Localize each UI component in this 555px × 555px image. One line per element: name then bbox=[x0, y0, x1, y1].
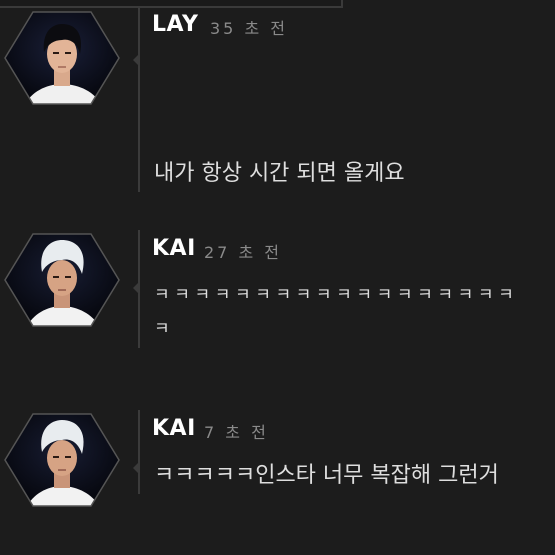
avatar[interactable] bbox=[4, 10, 120, 106]
message-text-line-2: ㅋ bbox=[154, 319, 175, 339]
chat-message: KAI 7 초 전 ㅋㅋㅋㅋㅋ인스타 너무 복잡해 그런거 bbox=[0, 410, 555, 555]
message-text: 내가 항상 시간 되면 올게요 bbox=[154, 161, 405, 186]
message-pointer bbox=[133, 462, 139, 474]
sender-name[interactable]: KAI bbox=[152, 236, 196, 261]
chat-screen: LAY 35 초 전 내가 항상 시간 되면 올게요 KAI 27 초 전 ㅋㅋ… bbox=[0, 0, 555, 555]
avatar-hexagon-icon bbox=[4, 11, 120, 105]
message-pointer bbox=[133, 54, 139, 66]
chat-message: LAY 35 초 전 내가 항상 시간 되면 올게요 bbox=[0, 0, 555, 200]
message-divider bbox=[138, 410, 140, 494]
message-pointer bbox=[133, 282, 139, 294]
chat-message: KAI 27 초 전 ㅋㅋㅋㅋㅋㅋㅋㅋㅋㅋㅋㅋㅋㅋㅋㅋㅋㅋ ㅋ bbox=[0, 230, 555, 360]
timestamp: 27 초 전 bbox=[204, 243, 282, 262]
sender-name[interactable]: LAY bbox=[152, 12, 198, 37]
avatar[interactable] bbox=[4, 412, 120, 508]
message-divider bbox=[138, 8, 140, 192]
message-text-line-1: ㅋㅋㅋㅋㅋㅋㅋㅋㅋㅋㅋㅋㅋㅋㅋㅋㅋㅋ bbox=[154, 285, 519, 305]
timestamp: 7 초 전 bbox=[204, 423, 269, 442]
avatar[interactable] bbox=[4, 232, 120, 328]
timestamp: 35 초 전 bbox=[210, 19, 288, 38]
avatar-hexagon-icon bbox=[4, 233, 120, 327]
avatar-hexagon-icon bbox=[4, 413, 120, 507]
message-text: ㅋㅋㅋㅋㅋ인스타 너무 복잡해 그런거 bbox=[154, 463, 499, 488]
sender-name[interactable]: KAI bbox=[152, 416, 196, 441]
